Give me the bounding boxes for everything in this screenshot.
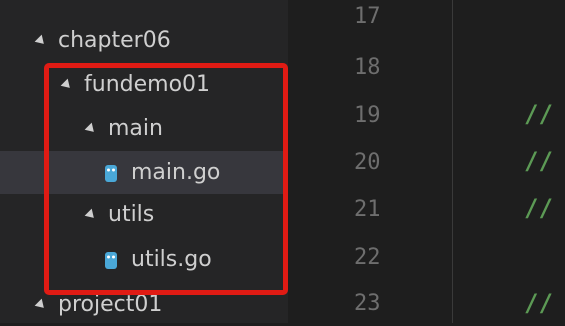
chevron-down-icon[interactable] bbox=[34, 298, 48, 311]
line-number: 17 bbox=[354, 4, 381, 29]
tree-item-chapter06[interactable]: chapter06 bbox=[0, 19, 324, 62]
code-comment: // bbox=[524, 100, 553, 128]
line-number: 22 bbox=[354, 245, 381, 270]
go-file-icon bbox=[104, 250, 118, 270]
code-comment: // bbox=[524, 194, 553, 222]
tree-item-label: utils bbox=[108, 202, 155, 227]
line-number: 18 bbox=[354, 55, 381, 80]
chevron-down-icon[interactable] bbox=[60, 78, 74, 91]
tree-item-label: utils.go bbox=[131, 247, 212, 272]
line-number: 21 bbox=[354, 197, 381, 222]
tree-item-label: fundemo01 bbox=[84, 72, 211, 97]
chevron-down-icon[interactable] bbox=[84, 208, 98, 221]
explorer-sidebar: chapter06 fundemo01 main main.go utils u… bbox=[0, 0, 392, 323]
line-number: 23 bbox=[354, 291, 381, 316]
go-file-icon bbox=[104, 163, 118, 183]
tree-item-label: main.go bbox=[131, 160, 221, 185]
line-number: 19 bbox=[354, 103, 381, 128]
tree-item-label: chapter06 bbox=[58, 28, 171, 53]
tree-item-project01[interactable]: project01 bbox=[0, 283, 324, 326]
line-number-gutter: 17 18 19 20 21 22 23 bbox=[288, 0, 452, 323]
line-number: 20 bbox=[354, 150, 381, 175]
chevron-down-icon[interactable] bbox=[34, 34, 48, 47]
chevron-down-icon[interactable] bbox=[84, 122, 98, 135]
indent-guide bbox=[452, 0, 453, 323]
code-comment: // bbox=[524, 147, 553, 175]
tree-item-label: project01 bbox=[58, 292, 163, 317]
tree-item-label: main bbox=[108, 116, 163, 141]
code-comment: // bbox=[524, 289, 553, 317]
